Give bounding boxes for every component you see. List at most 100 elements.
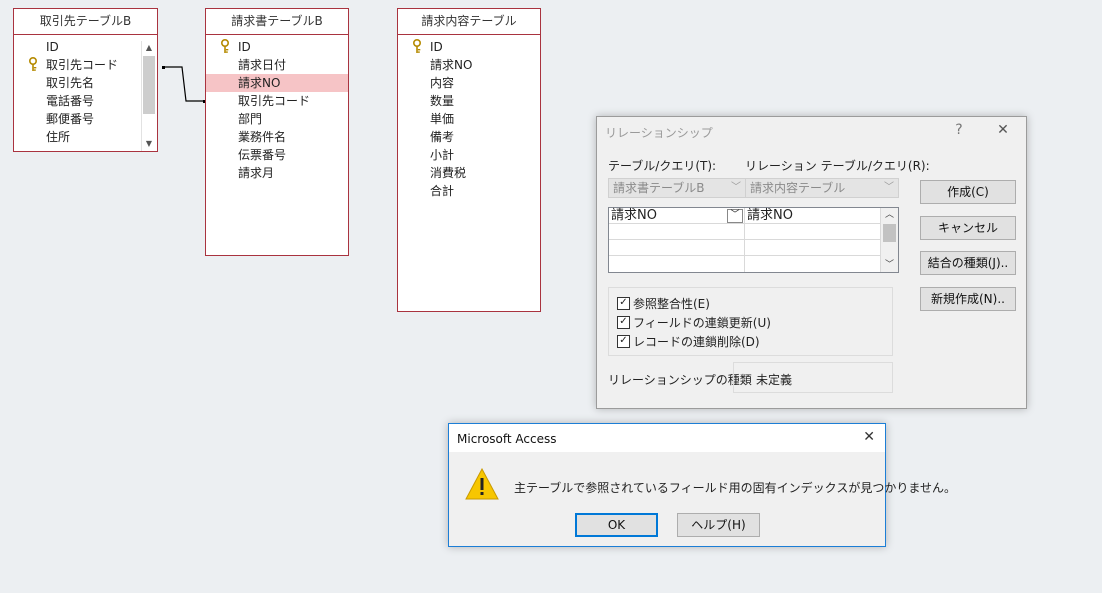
- field-label: 請求NO: [238, 76, 281, 90]
- field-item[interactable]: 郵便番号: [14, 110, 141, 128]
- field-item[interactable]: 消費税: [398, 164, 540, 182]
- cell-value: 請求NO: [611, 208, 657, 223]
- field-item[interactable]: 請求NO: [398, 56, 540, 74]
- field-item[interactable]: 備考: [398, 128, 540, 146]
- close-icon[interactable]: ✕: [863, 429, 875, 445]
- grid-scrollbar[interactable]: ︿ ﹀: [881, 208, 898, 272]
- field-item[interactable]: 数量: [398, 92, 540, 110]
- field-label: 請求NO: [430, 58, 473, 72]
- grid-cell[interactable]: [609, 256, 745, 272]
- field-label: 業務件名: [238, 130, 287, 144]
- field-item[interactable]: 部門: [206, 110, 348, 128]
- field-label: 小計: [430, 148, 455, 162]
- message-title-bar[interactable]: Microsoft Access ✕: [449, 424, 885, 452]
- field-label: 備考: [430, 130, 455, 144]
- cancel-button[interactable]: キャンセル: [920, 216, 1016, 240]
- cascade-update-checkbox[interactable]: ✓ フィールドの連鎖更新(U): [617, 314, 771, 332]
- join-type-button[interactable]: 結合の種類(J)..: [920, 251, 1016, 275]
- chevron-down-icon[interactable]: ﹀: [727, 209, 743, 223]
- primary-key-icon: [221, 39, 229, 53]
- field-item[interactable]: 伝票番号: [206, 146, 348, 164]
- field-label: ID: [46, 40, 59, 54]
- field-item[interactable]: 取引先コード: [206, 92, 348, 110]
- table-title[interactable]: 取引先テーブルB: [14, 9, 157, 35]
- field-label: 合計: [430, 184, 455, 198]
- left-field-cell[interactable]: 請求NO ﹀: [609, 208, 745, 224]
- field-label: 郵便番号: [46, 112, 95, 126]
- field-item[interactable]: 小計: [398, 146, 540, 164]
- grid-cell[interactable]: [745, 224, 881, 240]
- relationship-line[interactable]: [160, 60, 210, 110]
- grid-cell[interactable]: [745, 256, 881, 272]
- field-item[interactable]: 取引先名: [14, 74, 141, 92]
- field-item[interactable]: 請求日付: [206, 56, 348, 74]
- field-item-selected[interactable]: 請求NO: [206, 74, 348, 92]
- field-label: 単価: [430, 112, 455, 126]
- grid-cell[interactable]: [609, 240, 745, 256]
- new-button[interactable]: 新規作成(N)..: [920, 287, 1016, 311]
- table-title[interactable]: 請求書テーブルB: [206, 9, 348, 35]
- field-item-key[interactable]: ID: [206, 38, 348, 56]
- field-mapping-grid[interactable]: 請求NO ﹀ 請求NO ︿ ﹀: [608, 207, 899, 273]
- scroll-up-icon[interactable]: ︿: [881, 208, 898, 222]
- field-item[interactable]: 住所: [14, 128, 141, 146]
- grid-cell[interactable]: [609, 224, 745, 240]
- field-label: 伝票番号: [238, 148, 287, 162]
- field-label: 電話番号: [46, 94, 95, 108]
- table-window-invoices[interactable]: 請求書テーブルB ID 請求日付 請求NO 取引先コード 部門 業務件名 伝票番…: [205, 8, 349, 256]
- right-field-cell[interactable]: 請求NO: [745, 208, 881, 224]
- field-item[interactable]: 請求月: [206, 164, 348, 182]
- referential-integrity-checkbox[interactable]: ✓ 参照整合性(E): [617, 295, 710, 313]
- grid-cell[interactable]: [745, 240, 881, 256]
- field-label: 取引先名: [46, 76, 95, 90]
- checkbox-checked-icon[interactable]: ✓: [617, 335, 630, 348]
- field-item[interactable]: 単価: [398, 110, 540, 128]
- relation-type-value: 未定義: [756, 373, 793, 387]
- field-label: 請求月: [238, 166, 275, 180]
- scroll-up-icon[interactable]: ▲: [142, 41, 156, 55]
- field-item[interactable]: 電話番号: [14, 92, 141, 110]
- field-label: ID: [430, 40, 443, 54]
- relation-type-label: リレーションシップの種類: [608, 373, 752, 387]
- related-table-select[interactable]: 請求内容テーブル ﹀: [745, 178, 899, 198]
- checkbox-checked-icon[interactable]: ✓: [617, 316, 630, 329]
- field-item-key[interactable]: 取引先コード: [14, 56, 141, 74]
- field-label: ID: [238, 40, 251, 54]
- chevron-down-icon: ﹀: [884, 182, 894, 193]
- checkbox-label: レコードの連鎖削除(D): [633, 335, 760, 349]
- table-title[interactable]: 請求内容テーブル: [398, 9, 540, 35]
- table-scrollbar[interactable]: ▲ ▼: [141, 41, 156, 151]
- field-label: 請求日付: [238, 58, 287, 72]
- create-button[interactable]: 作成(C): [920, 180, 1016, 204]
- field-item[interactable]: 内容: [398, 74, 540, 92]
- field-item-key[interactable]: ID: [398, 38, 540, 56]
- field-label: 住所: [46, 130, 71, 144]
- close-icon[interactable]: ✕: [993, 122, 1013, 138]
- table-query-select[interactable]: 請求書テーブルB ﹀: [608, 178, 746, 198]
- field-item[interactable]: ID: [14, 38, 141, 56]
- help-button[interactable]: ヘルプ(H): [677, 513, 760, 537]
- help-icon[interactable]: ?: [949, 122, 969, 138]
- ok-button[interactable]: OK: [575, 513, 658, 537]
- field-item[interactable]: 業務件名: [206, 128, 348, 146]
- scroll-down-icon[interactable]: ﹀: [881, 258, 898, 272]
- field-label: 取引先コード: [46, 58, 119, 72]
- table-window-customers[interactable]: 取引先テーブルB ID 取引先コード 取引先名 電話番号 郵便番号 住所 ▲ ▼: [13, 8, 158, 152]
- scroll-thumb[interactable]: [143, 56, 155, 114]
- scroll-down-icon[interactable]: ▼: [142, 137, 156, 151]
- warning-icon: [465, 468, 499, 500]
- table-window-invoice-details[interactable]: 請求内容テーブル ID 請求NO 内容 数量 単価 備考 小計 消費税 合計: [397, 8, 541, 312]
- message-text: 主テーブルで参照されているフィールド用の固有インデックスが見つかりません。: [514, 481, 956, 495]
- scroll-thumb[interactable]: [883, 224, 896, 242]
- primary-key-icon: [29, 57, 37, 71]
- field-item[interactable]: 合計: [398, 182, 540, 200]
- cascade-delete-checkbox[interactable]: ✓ レコードの連鎖削除(D): [617, 333, 760, 351]
- checkbox-label: フィールドの連鎖更新(U): [633, 316, 771, 330]
- error-message-box[interactable]: Microsoft Access ✕ 主テーブルで参照されているフィールド用の固…: [448, 423, 956, 547]
- dialog-title-bar[interactable]: リレーションシップ ? ✕: [597, 117, 1026, 145]
- relationship-dialog[interactable]: リレーションシップ ? ✕ テーブル/クエリ(T): リレーション テーブル/ク…: [596, 116, 1027, 409]
- checkbox-checked-icon[interactable]: ✓: [617, 297, 630, 310]
- related-table-label: リレーション テーブル/クエリ(R):: [745, 159, 930, 173]
- cell-value: 請求NO: [747, 208, 793, 223]
- field-label: 取引先コード: [238, 94, 311, 108]
